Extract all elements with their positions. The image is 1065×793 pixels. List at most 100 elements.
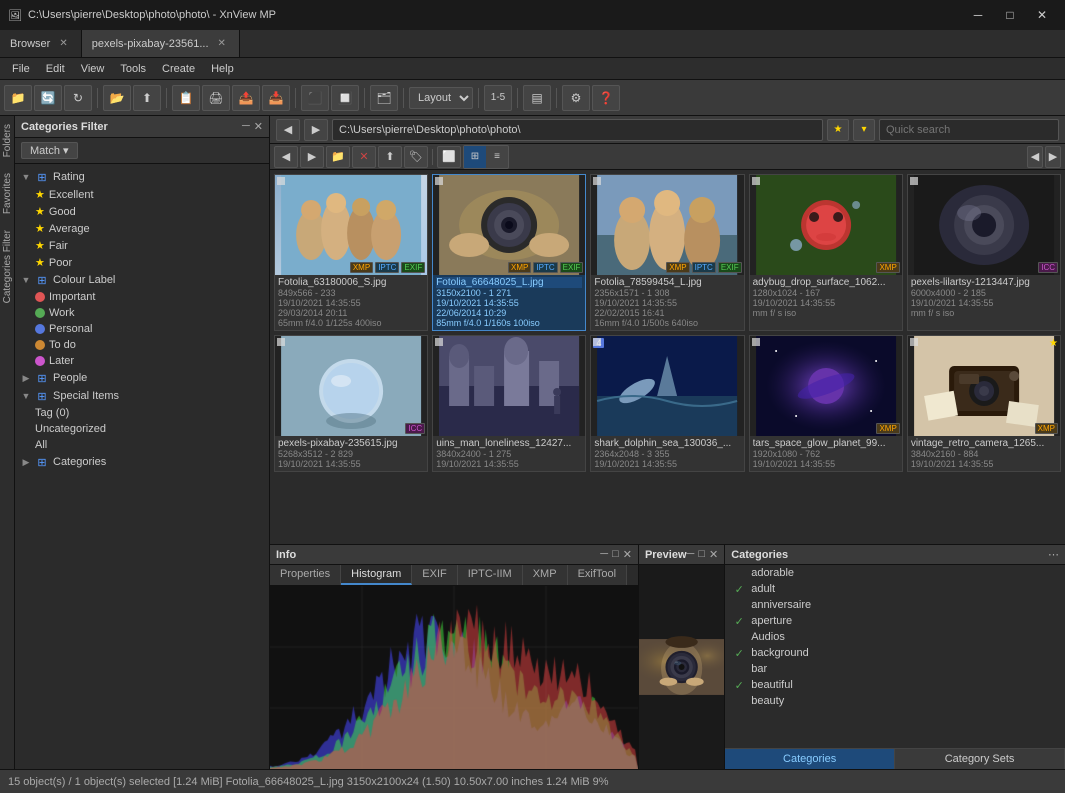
tab-xmp[interactable]: XMP	[523, 565, 568, 585]
strip-favorites[interactable]: Favorites	[0, 165, 14, 222]
back-button[interactable]: ◀	[276, 119, 300, 141]
quick-search-input[interactable]	[879, 119, 1059, 141]
cat-item-anniversaire[interactable]: anniversaire	[725, 597, 1065, 613]
tree-colour-work[interactable]: Work	[15, 305, 269, 321]
categories-tab-button[interactable]: Categories	[725, 749, 895, 769]
menu-create[interactable]: Create	[154, 61, 203, 77]
cat-item-beautiful[interactable]: ✓ beautiful	[725, 677, 1065, 693]
tab-histogram[interactable]: Histogram	[341, 565, 412, 585]
tree-special-uncategorized[interactable]: Uncategorized	[15, 421, 269, 437]
categories-menu-icon[interactable]: ⋯	[1048, 548, 1059, 561]
forward-button[interactable]: ▶	[304, 119, 328, 141]
nav-label-btn[interactable]: 🏷	[404, 146, 428, 168]
info-expand-icon[interactable]: □	[612, 548, 619, 561]
info-close-icon[interactable]: ✕	[623, 548, 632, 561]
cat-item-audios[interactable]: Audios	[725, 629, 1065, 645]
menu-tools[interactable]: Tools	[112, 61, 154, 77]
menu-edit[interactable]: Edit	[38, 61, 73, 77]
file-item-3[interactable]: XMP IPTC EXIF Fotolia_78599454_L.jpg 235…	[590, 174, 744, 331]
match-button[interactable]: Match ▾	[21, 142, 78, 159]
tab-browser[interactable]: Browser ✕	[0, 30, 82, 57]
cat-item-beauty[interactable]: beauty	[725, 693, 1065, 709]
nav-scroll-right-btn[interactable]: ▶	[1045, 146, 1061, 168]
tree-rating-average[interactable]: ★ Average	[15, 220, 269, 237]
tree-colour-todo[interactable]: To do	[15, 337, 269, 353]
tree-rating-poor[interactable]: ★ Poor	[15, 254, 269, 271]
tree-rating-excellent[interactable]: ★ Excellent	[15, 186, 269, 203]
file-item-4[interactable]: XMP adybug_drop_surface_1062... 1280x102…	[749, 174, 903, 331]
layout-dropdown[interactable]: Layout	[409, 87, 473, 109]
tab-exif[interactable]: EXIF	[412, 565, 457, 585]
tree-colour-later[interactable]: Later	[15, 353, 269, 369]
tb-slideshow-btn[interactable]: ⬛	[301, 85, 329, 111]
cat-item-background[interactable]: ✓ background	[725, 645, 1065, 661]
tab-iptc-iim[interactable]: IPTC-IIM	[458, 565, 523, 585]
tb-refresh2-btn[interactable]: ↻	[64, 85, 92, 111]
file-item-8[interactable]: 4 shark_dolphin_sea_130036_... 2364x2048…	[590, 335, 744, 472]
menu-file[interactable]: File	[4, 61, 38, 77]
tb-open-btn[interactable]: 📂	[103, 85, 131, 111]
bookmark-button[interactable]: ★	[827, 119, 849, 141]
view-grid-btn[interactable]: ⊞	[464, 146, 486, 168]
tree-colour-label[interactable]: ▼ ⊞ Colour Label	[15, 271, 269, 289]
bookmark-dropdown-button[interactable]: ▾	[853, 119, 875, 141]
file-item-1[interactable]: XMP IPTC EXIF Fotolia_63180006_S.jpg 849…	[274, 174, 428, 331]
tree-colour-important[interactable]: Important	[15, 289, 269, 305]
file-item-6[interactable]: ICC pexels-pixabay-235615.jpg 5268x3512 …	[274, 335, 428, 472]
tab-browser-close[interactable]: ✕	[56, 36, 70, 51]
tab-properties[interactable]: Properties	[270, 565, 341, 585]
tb-meta-btn[interactable]: ▤	[523, 85, 551, 111]
tree-special-all[interactable]: All	[15, 437, 269, 453]
tree-categories[interactable]: ▶ ⊞ Categories	[15, 453, 269, 471]
tb-folder-btn[interactable]: 📁	[4, 85, 32, 111]
menu-view[interactable]: View	[73, 61, 113, 77]
cat-item-aperture[interactable]: ✓ aperture	[725, 613, 1065, 629]
minimize-button[interactable]: ─	[963, 5, 993, 25]
tree-special-tag[interactable]: Tag (0)	[15, 405, 269, 421]
strip-categories-filter[interactable]: Categories Filter	[0, 222, 14, 311]
file-item-9[interactable]: XMP tars_space_glow_planet_99... 1920x10…	[749, 335, 903, 472]
cat-item-adult[interactable]: ✓ adult	[725, 581, 1065, 597]
menu-help[interactable]: Help	[203, 61, 242, 77]
tb-files-btn[interactable]: 🗂	[370, 85, 398, 111]
tb-import-btn[interactable]: 📥	[262, 85, 290, 111]
file-item-10[interactable]: ★ XMP vintage_retro_camera_1265... 3840x…	[907, 335, 1061, 472]
tb-export-btn[interactable]: 📤	[232, 85, 260, 111]
file-item-2[interactable]: XMP IPTC EXIF Fotolia_66648025_L.jpg 315…	[432, 174, 586, 331]
cat-item-adorable[interactable]: adorable	[725, 565, 1065, 581]
tab-image[interactable]: pexels-pixabay-23561... ✕	[82, 30, 240, 57]
tb-refresh-btn[interactable]: 🔄	[34, 85, 62, 111]
tree-rating-fair[interactable]: ★ Fair	[15, 237, 269, 254]
tb-print-btn[interactable]: 🖨	[202, 85, 230, 111]
preview-minimize-icon[interactable]: ─	[687, 548, 695, 561]
file-item-5[interactable]: ICC pexels-lilartsy-1213447.jpg 6000x400…	[907, 174, 1061, 331]
address-input[interactable]	[332, 119, 823, 141]
close-button[interactable]: ✕	[1027, 5, 1057, 25]
tb-copy-btn[interactable]: 📋	[172, 85, 200, 111]
nav-up-btn[interactable]: ⬆	[378, 146, 402, 168]
tb-up-btn[interactable]: ⬆	[133, 85, 161, 111]
view-list-btn[interactable]: ≡	[486, 146, 508, 168]
nav-forward-btn[interactable]: ▶	[300, 146, 324, 168]
tree-special-items[interactable]: ▼ ⊞ Special Items	[15, 387, 269, 405]
nav-open-btn[interactable]: 📁	[326, 146, 350, 168]
tree-rating-good[interactable]: ★ Good	[15, 203, 269, 220]
nav-back-btn[interactable]: ◀	[274, 146, 298, 168]
cat-minimize-icon[interactable]: ─	[242, 120, 250, 133]
tb-compare-btn[interactable]: 🔲	[331, 85, 359, 111]
tree-rating[interactable]: ▼ ⊞ Rating	[15, 168, 269, 186]
tb-settings-btn[interactable]: ⚙	[562, 85, 590, 111]
strip-folders[interactable]: Folders	[0, 116, 14, 165]
tree-colour-personal[interactable]: Personal	[15, 321, 269, 337]
preview-expand-icon[interactable]: □	[698, 548, 705, 561]
maximize-button[interactable]: □	[995, 5, 1025, 25]
preview-close-icon[interactable]: ✕	[709, 548, 718, 561]
tb-batch-btn[interactable]: 1-5	[484, 85, 512, 111]
category-sets-tab-button[interactable]: Category Sets	[895, 749, 1065, 769]
nav-scroll-left-btn[interactable]: ◀	[1027, 146, 1043, 168]
info-minimize-icon[interactable]: ─	[600, 548, 608, 561]
cat-close-icon[interactable]: ✕	[254, 120, 263, 133]
tab-exiftool[interactable]: ExifTool	[568, 565, 628, 585]
nav-delete-btn[interactable]: ✕	[352, 146, 376, 168]
tb-help-btn[interactable]: ❓	[592, 85, 620, 111]
